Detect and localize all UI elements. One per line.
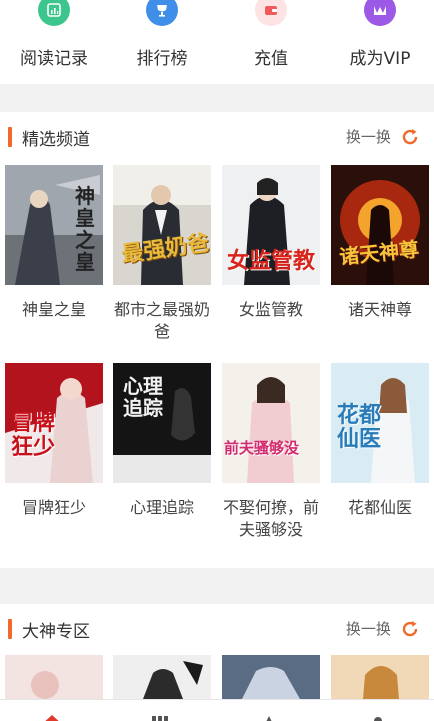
book-title: 都市之最强奶爸	[113, 300, 210, 341]
section-title: 精选频道	[22, 130, 90, 150]
home-icon[interactable]	[40, 712, 64, 721]
section-header: 大神专区 换一换	[0, 604, 434, 652]
featured-channel-section: 精选频道 换一换 神皇之皇 神皇之皇 最强奶爸 都市之最强奶爸 女监管教 女监管…	[0, 112, 434, 568]
refresh-label: 换一换	[345, 620, 391, 638]
refresh-icon	[402, 620, 418, 636]
book-title: 花都仙医	[347, 498, 412, 517]
bookshelf-icon[interactable]	[148, 712, 172, 721]
refresh-icon	[402, 128, 418, 144]
refresh-label: 换一换	[345, 128, 391, 146]
refresh-button[interactable]: 换一换	[346, 618, 420, 640]
app-page: 阅读记录 排行榜 充值 成为VIP 精选频道 换一换 神皇之皇 神皇之皇 最强奶…	[0, 0, 434, 721]
master-author-section: 大神专区 换一换	[0, 604, 434, 699]
section-accent-bar	[8, 619, 12, 639]
book-title: 不娶何撩，前夫骚够没	[222, 498, 319, 539]
book-title: 神皇之皇	[21, 300, 86, 319]
quick-entry-label: 成为VIP	[349, 49, 411, 69]
book-cover: 女监管教	[222, 165, 320, 285]
book-title: 女监管教	[238, 300, 303, 319]
book-title: 心理追踪	[129, 498, 194, 517]
book-cover: 诸天神尊	[331, 165, 429, 285]
book-cover	[222, 655, 320, 699]
section-header: 精选频道 换一换	[0, 112, 434, 160]
vip-icon	[364, 0, 396, 26]
book-cover: 前夫骚够没	[222, 363, 320, 483]
book-cover	[113, 655, 211, 699]
quick-entry-label: 阅读记录	[20, 49, 88, 69]
book-cover: 花都仙医	[331, 363, 429, 483]
reading-history-icon	[38, 0, 70, 26]
quick-entry-label: 充值	[254, 49, 288, 69]
book-cover: 心理追踪	[113, 363, 211, 483]
quick-entry-label: 排行榜	[136, 49, 188, 69]
category-icon[interactable]	[257, 712, 281, 721]
book-cover: 神皇之皇	[5, 165, 103, 285]
refresh-button[interactable]: 换一换	[346, 126, 420, 148]
ranking-button[interactable]: 排行榜	[108, 0, 216, 84]
profile-icon[interactable]	[366, 712, 390, 721]
book-cover: 冒牌狂少	[5, 363, 103, 483]
section-accent-bar	[8, 127, 12, 147]
book-cover: 最强奶爸	[113, 165, 211, 285]
book-cover	[5, 655, 103, 699]
reading-history-button[interactable]: 阅读记录	[0, 0, 108, 84]
book-cover	[331, 655, 429, 699]
bottom-nav	[0, 699, 434, 721]
book-title: 冒牌狂少	[21, 498, 86, 517]
become-vip-button[interactable]: 成为VIP	[326, 0, 434, 84]
recharge-button[interactable]: 充值	[217, 0, 325, 84]
book-title: 诸天神尊	[347, 300, 412, 319]
quick-entry-bar: 阅读记录 排行榜 充值 成为VIP	[0, 0, 434, 84]
ranking-icon	[146, 0, 178, 26]
section-title: 大神专区	[22, 622, 90, 642]
recharge-icon	[255, 0, 287, 26]
